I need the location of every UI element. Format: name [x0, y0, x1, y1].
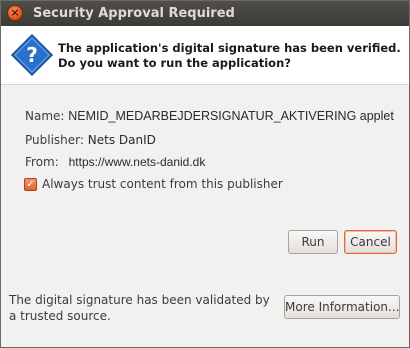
cancel-button[interactable]: Cancel [344, 230, 397, 254]
window-title: Security Approval Required [33, 6, 235, 21]
name-row: Name: NEMID_MEDARBEJDERSIGNATUR_AKTIVERI… [25, 109, 394, 123]
publisher-label: Publisher: [25, 133, 84, 147]
header-message: The application's digital signature has … [58, 41, 401, 70]
from-row: From: https://www.nets-danid.dk [25, 155, 205, 169]
close-button[interactable]: × [7, 5, 23, 21]
always-trust-checkbox[interactable]: ✓ [24, 178, 37, 191]
name-label: Name: [25, 109, 65, 123]
from-label: From: [25, 155, 59, 169]
title-bar[interactable]: × Security Approval Required [1, 1, 409, 26]
signature-status-text: The digital signature has been validated… [9, 293, 270, 323]
run-button[interactable]: Run [288, 230, 338, 254]
name-value: NEMID_MEDARBEJDERSIGNATUR_AKTIVERING app… [68, 109, 394, 123]
svg-text:?: ? [26, 43, 38, 67]
checkmark-icon: ✓ [26, 179, 35, 190]
publisher-value: Nets DanID [87, 133, 156, 147]
always-trust-label[interactable]: Always trust content from this publisher [42, 177, 283, 191]
more-information-button[interactable]: More Information... [284, 295, 400, 319]
close-icon[interactable]: × [10, 6, 19, 19]
question-icon: ? [10, 33, 54, 77]
from-value: https://www.nets-danid.dk [68, 155, 206, 169]
security-approval-dialog: × Security Approval Required ? The appli… [0, 0, 410, 348]
publisher-row: Publisher: Nets DanID [25, 133, 156, 147]
